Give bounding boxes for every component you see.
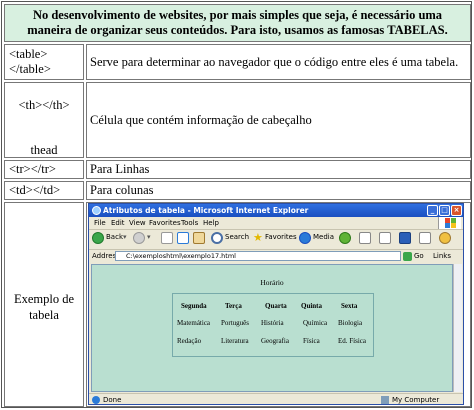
intro-line-2: maneira de organizar seus conteúdos. Par… <box>27 23 448 37</box>
td-r2-c4: Física <box>303 337 320 345</box>
desc-cell-td: Para colunas <box>86 181 471 200</box>
th-terca: Terça <box>225 302 242 310</box>
minimize-button[interactable]: _ <box>427 205 438 216</box>
th-segunda: Segunda <box>181 302 207 310</box>
go-button[interactable]: Go <box>414 252 424 260</box>
menu-view[interactable]: View <box>129 219 146 227</box>
th-quarta: Quarta <box>265 302 287 310</box>
example-label-1: Exemplo de <box>13 292 75 306</box>
home-icon[interactable] <box>193 232 205 244</box>
menu-edit[interactable]: Edit <box>111 219 125 227</box>
desc-td: Para colunas <box>90 183 154 197</box>
windows-logo-icon <box>438 217 461 229</box>
ie-toolbar: Back ▾ ▾ Search ★ Favorites Media <box>89 229 463 250</box>
ie-window: Atributos de tabela - Microsoft Internet… <box>88 203 464 405</box>
search-label[interactable]: Search <box>225 233 249 241</box>
zone-text: My Computer <box>392 396 440 404</box>
back-dropdown-icon[interactable]: ▾ <box>123 233 127 241</box>
desc-cell-tr: Para Linhas <box>86 160 471 179</box>
media-label[interactable]: Media <box>313 233 334 241</box>
tag-table-open: <table> <box>9 47 48 61</box>
td-r2-c5: Ed. Física <box>338 337 366 345</box>
td-r1-c2: Português <box>221 319 249 327</box>
ie-logo-icon <box>92 206 101 215</box>
tag-tr: <tr></tr> <box>9 162 56 176</box>
menu-file[interactable]: File <box>94 219 106 227</box>
favorites-icon[interactable]: ★ <box>253 231 263 244</box>
td-r1-c3: História <box>261 319 284 327</box>
menu-tools[interactable]: Tools <box>181 219 198 227</box>
td-r1-c5: Biologia <box>338 319 363 327</box>
th-sexta: Sexta <box>341 302 358 310</box>
go-arrow-icon[interactable] <box>403 252 412 261</box>
tag-thead: thead <box>30 143 58 157</box>
address-bar: Address C:\exemploshtml\exemplo17.html G… <box>89 250 463 263</box>
messenger-icon[interactable] <box>439 232 451 244</box>
search-icon[interactable] <box>211 232 223 244</box>
desc-th: Célula que contém informação de cabeçalh… <box>90 112 312 127</box>
page-done-icon <box>92 396 100 404</box>
vertical-scrollbar[interactable] <box>453 264 462 392</box>
example-label-cell: Exemplo de tabela <box>4 202 84 407</box>
tag-cell-th: <th></th> thead <box>4 82 84 158</box>
menu-favorites[interactable]: Favorites <box>149 219 181 227</box>
intro-line-1: No desenvolvimento de websites, por mais… <box>32 8 443 22</box>
back-icon[interactable] <box>92 232 104 244</box>
tag-cell-tr: <tr></tr> <box>4 160 84 179</box>
desc-tr: Para Linhas <box>90 162 150 176</box>
desc-cell-th: Célula que contém informação de cabeçalh… <box>86 82 471 158</box>
tag-td: <td></td> <box>9 183 61 197</box>
status-text: Done <box>103 396 122 404</box>
desc-table: Serve para determinar ao navegador que o… <box>90 54 459 69</box>
tag-cell-td: <td></td> <box>4 181 84 200</box>
word-icon[interactable] <box>399 232 411 244</box>
intro-header: No desenvolvimento de websites, por mais… <box>4 4 471 42</box>
back-label[interactable]: Back <box>106 233 123 241</box>
desc-cell-table: Serve para determinar ao navegador que o… <box>86 44 471 80</box>
td-r2-c3: Geografia <box>261 337 289 345</box>
refresh-icon[interactable] <box>177 232 189 244</box>
close-button[interactable]: × <box>451 205 462 216</box>
th-quinta: Quinta <box>301 302 323 310</box>
ie-titlebar[interactable]: Atributos de tabela - Microsoft Internet… <box>89 204 463 217</box>
print-icon[interactable] <box>379 232 391 244</box>
tag-cell-table: <table> </table> <box>4 44 84 80</box>
mail-icon[interactable] <box>359 232 371 244</box>
ie-title: Atributos de tabela - Microsoft Internet… <box>103 206 309 215</box>
td-r2-c2: Literatura <box>221 337 249 345</box>
page-content: Horário Segunda Terça Quarta Quinta Sext… <box>91 264 453 392</box>
favorites-label[interactable]: Favorites <box>265 233 297 241</box>
menu-help[interactable]: Help <box>203 219 219 227</box>
address-input[interactable]: C:\exemploshtml\exemplo17.html <box>115 251 401 261</box>
address-value: C:\exemploshtml\exemplo17.html <box>126 252 236 260</box>
td-r2-c1: Redação <box>177 337 202 345</box>
td-r1-c1: Matemática <box>177 319 211 327</box>
forward-icon[interactable] <box>133 232 145 244</box>
forward-dropdown-icon[interactable]: ▾ <box>147 233 151 241</box>
tag-table-close: </table> <box>9 62 51 76</box>
tag-th: <th></th> <box>18 98 70 112</box>
table-caption: Horário <box>260 278 284 287</box>
schedule-table: Segunda Terça Quarta Quinta Sexta Matemá… <box>172 293 374 357</box>
stop-icon[interactable] <box>161 232 173 244</box>
td-r1-c4: Química <box>303 319 328 327</box>
status-bar: Done My Computer <box>89 393 463 404</box>
history-icon[interactable] <box>339 232 351 244</box>
maximize-button[interactable]: □ <box>439 205 450 216</box>
example-label-2: tabela <box>29 308 59 322</box>
links-button[interactable]: Links <box>433 252 451 260</box>
media-icon[interactable] <box>299 232 311 244</box>
computer-icon <box>381 396 389 404</box>
edit-page-icon[interactable] <box>419 232 431 244</box>
